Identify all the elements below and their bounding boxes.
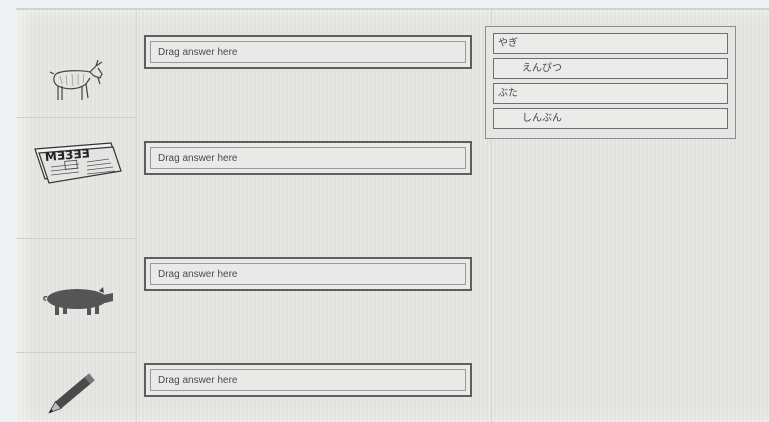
pig-image	[20, 280, 134, 320]
drop-zone-placeholder: Drag answer here	[150, 263, 466, 285]
drop-zone-placeholder: Drag answer here	[150, 369, 466, 391]
image-divider	[16, 238, 136, 239]
goat-image	[20, 40, 134, 120]
answer-tile-buta[interactable]: ぶた	[493, 83, 728, 104]
drop-zone-pig[interactable]: Drag answer here	[144, 257, 472, 291]
pig-icon	[43, 287, 113, 315]
newspaper-icon: MƎ3ƎƎ	[34, 142, 122, 184]
image-divider	[16, 352, 136, 353]
answer-tile-shinbun[interactable]: しんぶん	[493, 108, 728, 129]
answer-tile-enpitsu[interactable]: えんぴつ	[493, 58, 728, 79]
quiz-screen: MƎ3ƎƎ Drag answer here Drag answer here …	[16, 8, 769, 422]
pencil-image	[20, 360, 134, 420]
drop-zone-placeholder: Drag answer here	[150, 147, 466, 169]
image-column: MƎ3ƎƎ	[16, 10, 137, 422]
drop-zone-goat[interactable]: Drag answer here	[144, 35, 472, 69]
goat-icon	[49, 59, 103, 100]
image-divider	[16, 117, 136, 118]
pencil-icon	[48, 373, 95, 414]
drop-zone-newspaper[interactable]: Drag answer here	[144, 141, 472, 175]
answer-bank: やぎ えんぴつ ぶた しんぶん	[485, 26, 736, 139]
drop-zone-placeholder: Drag answer here	[150, 41, 466, 63]
drop-zone-pencil[interactable]: Drag answer here	[144, 363, 472, 397]
answer-tile-yagi[interactable]: やぎ	[493, 33, 728, 54]
newspaper-image: MƎ3ƎƎ	[20, 132, 134, 192]
